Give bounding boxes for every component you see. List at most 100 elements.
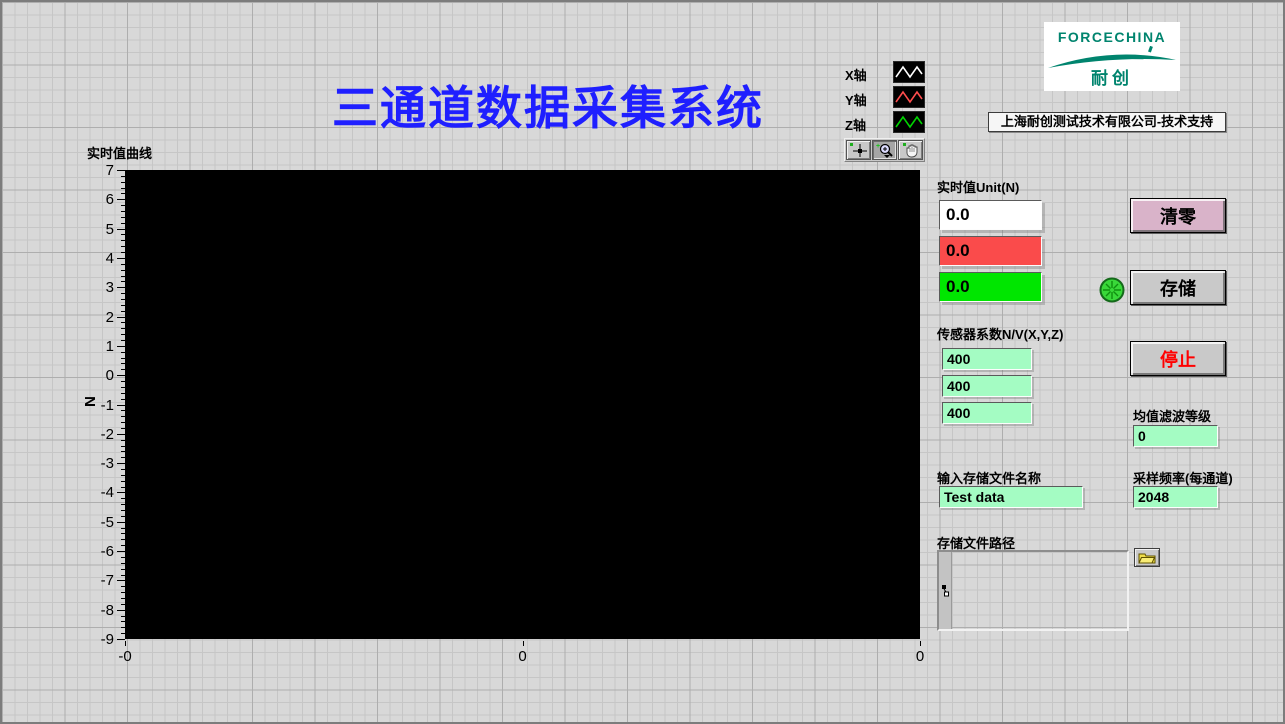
browse-button[interactable]: [1134, 548, 1160, 567]
y-minor-tick-mark: [121, 188, 125, 189]
y-minor-tick-mark: [121, 387, 125, 388]
legend-swatch-z[interactable]: [893, 111, 925, 133]
y-tick-label: 0: [74, 367, 114, 384]
magnifier-icon: +: [875, 142, 895, 159]
y-minor-tick-mark: [121, 223, 125, 224]
x-tick-mark: [125, 641, 126, 646]
y-minor-tick-mark: [121, 504, 125, 505]
file-name-input[interactable]: [939, 486, 1083, 508]
y-tick-mark: [117, 492, 125, 493]
page-title: 三通道数据采集系统: [288, 72, 808, 138]
y-minor-tick-mark: [121, 217, 125, 218]
path-type-strip[interactable]: [939, 552, 952, 629]
y-minor-tick-mark: [121, 575, 125, 576]
hand-icon: [902, 142, 920, 158]
y-minor-tick-mark: [121, 340, 125, 341]
filter-level-input[interactable]: [1133, 425, 1218, 447]
y-minor-tick-mark: [121, 369, 125, 370]
sensor-coeff-x-input[interactable]: [942, 348, 1032, 370]
y-minor-tick-mark: [121, 246, 125, 247]
graph-palette: +: [844, 138, 925, 162]
y-minor-tick-mark: [121, 276, 125, 277]
y-minor-tick-mark: [121, 363, 125, 364]
y-tick-mark: [117, 610, 125, 611]
file-path-input[interactable]: [937, 550, 1129, 631]
y-axis-unit-label: N: [81, 396, 98, 407]
logo-name-text: 耐创: [1044, 64, 1180, 89]
logo-brand-text: FORCECHINA: [1044, 29, 1180, 45]
y-tick-label: 3: [74, 279, 114, 296]
stop-button[interactable]: 停止: [1130, 341, 1226, 376]
y-minor-tick-mark: [121, 451, 125, 452]
sensor-coeff-label: 传感器系数N/V(X,Y,Z): [937, 324, 1063, 343]
y-minor-tick-mark: [121, 528, 125, 529]
y-minor-tick-mark: [121, 633, 125, 634]
y-minor-tick-mark: [121, 557, 125, 558]
y-minor-tick-mark: [121, 311, 125, 312]
status-led: [1099, 277, 1125, 303]
pan-tool-button[interactable]: [898, 140, 923, 160]
y-tick-mark: [117, 287, 125, 288]
y-minor-tick-mark: [121, 211, 125, 212]
y-minor-tick-mark: [121, 305, 125, 306]
clear-button[interactable]: 清零: [1130, 198, 1226, 233]
y-minor-tick-mark: [121, 586, 125, 587]
y-minor-tick-mark: [121, 234, 125, 235]
y-minor-tick-mark: [121, 193, 125, 194]
y-minor-tick-mark: [121, 569, 125, 570]
store-button[interactable]: 存储: [1130, 270, 1226, 305]
y-minor-tick-mark: [121, 498, 125, 499]
y-tick-label: 2: [74, 309, 114, 326]
plot-area[interactable]: [125, 170, 920, 639]
legend-swatch-x[interactable]: [893, 61, 925, 83]
sample-rate-input[interactable]: [1133, 486, 1218, 508]
y-minor-tick-mark: [121, 399, 125, 400]
waveform-y-icon: [894, 87, 924, 107]
y-minor-tick-mark: [121, 598, 125, 599]
x-tick-label: 0: [902, 648, 938, 665]
sensor-coeff-z-input[interactable]: [942, 402, 1032, 424]
y-minor-tick-mark: [121, 457, 125, 458]
y-minor-tick-mark: [121, 545, 125, 546]
legend-label-y: Y轴: [845, 90, 867, 109]
y-minor-tick-mark: [121, 281, 125, 282]
y-tick-mark: [117, 405, 125, 406]
zoom-tool-button[interactable]: +: [872, 140, 897, 160]
y-minor-tick-mark: [121, 487, 125, 488]
y-minor-tick-mark: [121, 621, 125, 622]
y-minor-tick-mark: [121, 510, 125, 511]
y-tick-label: -4: [74, 484, 114, 501]
cursor-tool-button[interactable]: [846, 140, 871, 160]
y-minor-tick-mark: [121, 334, 125, 335]
path-symbol-icon: [941, 584, 950, 597]
y-tick-label: 7: [74, 162, 114, 179]
y-minor-tick-mark: [121, 539, 125, 540]
sensor-coeff-y-input[interactable]: [942, 375, 1032, 397]
y-minor-tick-mark: [121, 616, 125, 617]
y-tick-label: -5: [74, 514, 114, 531]
y-minor-tick-mark: [121, 205, 125, 206]
y-minor-tick-mark: [121, 604, 125, 605]
legend-swatch-y[interactable]: [893, 86, 925, 108]
waveform-x-icon: [894, 62, 924, 82]
y-minor-tick-mark: [121, 182, 125, 183]
y-tick-mark: [117, 375, 125, 376]
y-tick-mark: [117, 551, 125, 552]
realtime-label: 实时值Unit(N): [937, 177, 1019, 196]
support-button[interactable]: 上海耐创测试技术有限公司-技术支持: [988, 112, 1226, 132]
y-tick-label: 6: [74, 191, 114, 208]
y-tick-label: -2: [74, 426, 114, 443]
y-minor-tick-mark: [121, 627, 125, 628]
folder-open-icon: [1138, 551, 1156, 564]
x-tick-mark: [523, 641, 524, 646]
y-minor-tick-mark: [121, 270, 125, 271]
filter-level-label: 均值滤波等级: [1133, 406, 1211, 425]
y-minor-tick-mark: [121, 299, 125, 300]
y-minor-tick-mark: [121, 446, 125, 447]
y-minor-tick-mark: [121, 469, 125, 470]
graph-title: 实时值曲线: [87, 143, 152, 162]
y-minor-tick-mark: [121, 381, 125, 382]
y-minor-tick-mark: [121, 475, 125, 476]
y-minor-tick-mark: [121, 176, 125, 177]
y-tick-label: -6: [74, 543, 114, 560]
